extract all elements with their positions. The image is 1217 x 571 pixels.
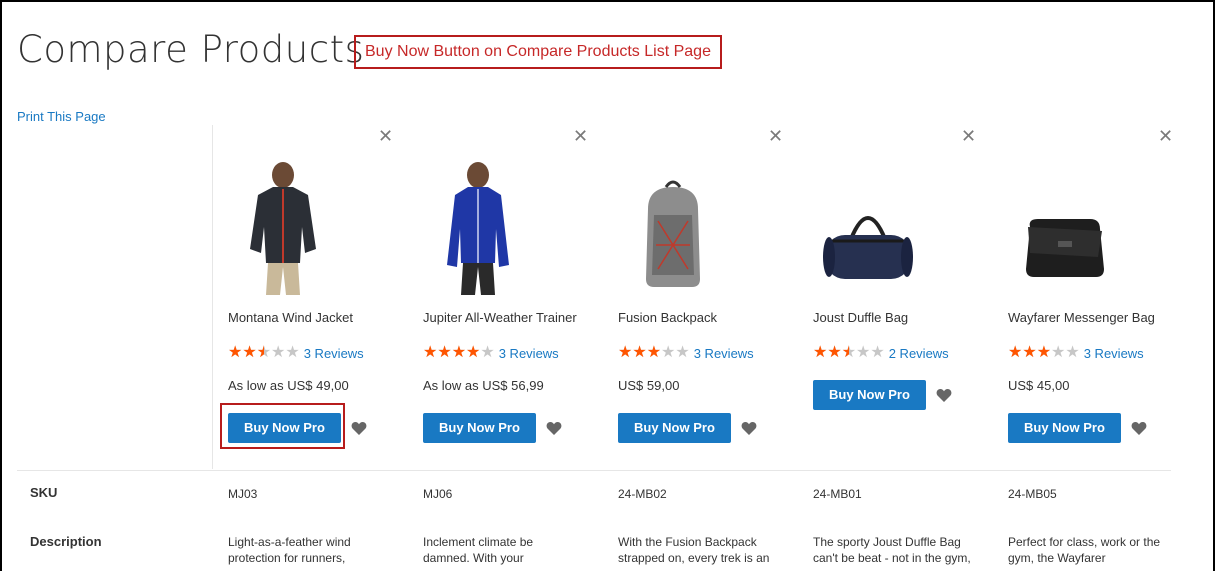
description-value: With the Fusion Backpack strapped on, ev… xyxy=(618,534,788,566)
messenger-bag-icon xyxy=(1026,219,1104,277)
rating-stars: ★★★★★★★★★★ xyxy=(423,344,495,361)
sku-row-label: SKU xyxy=(30,485,58,500)
description-value: Perfect for class, work or the gym, the … xyxy=(1008,534,1178,566)
description-line: Inclement climate be xyxy=(423,535,534,549)
description-line: damned. With your xyxy=(423,551,524,565)
column-divider xyxy=(212,125,213,469)
description-value: Light-as-a-feather wind protection for r… xyxy=(228,534,398,566)
sku-value: 24-MB01 xyxy=(813,487,862,501)
remove-product-icon[interactable]: ✕ xyxy=(1158,126,1173,146)
buy-now-button[interactable]: Buy Now Pro xyxy=(1008,413,1121,443)
product-rating: ★★★★★★★★★★ 3 Reviews xyxy=(1008,344,1144,362)
reviews-link[interactable]: 2 Reviews xyxy=(889,346,949,361)
row-divider xyxy=(17,470,1171,471)
description-value: The sporty Joust Duffle Bag can't be bea… xyxy=(813,534,983,566)
reviews-link[interactable]: 3 Reviews xyxy=(1084,346,1144,361)
remove-product-icon[interactable]: ✕ xyxy=(768,126,783,146)
remove-product-icon[interactable]: ✕ xyxy=(378,126,393,146)
rating-stars: ★★★★★★★★★★ xyxy=(1008,344,1080,361)
remove-product-icon[interactable]: ✕ xyxy=(573,126,588,146)
product-actions: Buy Now Pro xyxy=(423,413,562,443)
product-rating: ★★★★★★★★★★ 3 Reviews xyxy=(228,344,364,362)
product-rating: ★★★★★★★★★★ 2 Reviews xyxy=(813,344,949,362)
product-price: US$ 59,00 xyxy=(618,378,680,393)
product-price: US$ 45,00 xyxy=(1008,378,1070,393)
rating-stars: ★★★★★★★★★★ xyxy=(618,344,690,361)
product-actions: Buy Now Pro xyxy=(813,380,952,410)
wishlist-heart-icon[interactable] xyxy=(546,421,562,436)
description-line: Perfect for class, work or the xyxy=(1008,535,1161,549)
description-line: can't be beat - not in the gym, xyxy=(813,551,971,565)
description-line: protection for runners, xyxy=(228,551,346,565)
page-title: Compare Products xyxy=(17,28,365,71)
jacket-icon xyxy=(250,162,316,295)
description-line: gym, the Wayfarer xyxy=(1008,551,1106,565)
description-line: The sporty Joust Duffle Bag xyxy=(813,535,961,549)
wishlist-heart-icon[interactable] xyxy=(936,388,952,403)
product-actions: Buy Now Pro xyxy=(1008,413,1147,443)
wishlist-heart-icon[interactable] xyxy=(1131,421,1147,436)
product-name[interactable]: Joust Duffle Bag xyxy=(813,310,908,325)
trainer-jacket-icon xyxy=(447,162,509,295)
wishlist-heart-icon[interactable] xyxy=(351,421,367,436)
buy-now-button[interactable]: Buy Now Pro xyxy=(813,380,926,410)
product-name[interactable]: Fusion Backpack xyxy=(618,310,717,325)
buy-now-button[interactable]: Buy Now Pro xyxy=(423,413,536,443)
backpack-icon xyxy=(646,180,700,287)
description-row-label: Description xyxy=(30,534,102,549)
annotation-label: Buy Now Button on Compare Products List … xyxy=(354,35,722,69)
description-line: With the Fusion Backpack xyxy=(618,535,757,549)
rating-stars: ★★★★★★★★★★ xyxy=(228,344,300,361)
product-rating: ★★★★★★★★★★ 3 Reviews xyxy=(423,344,559,362)
product-name[interactable]: Montana Wind Jacket xyxy=(228,310,353,325)
reviews-link[interactable]: 3 Reviews xyxy=(499,346,559,361)
duffle-bag-icon xyxy=(823,216,913,279)
product-name[interactable]: Jupiter All-Weather Trainer xyxy=(423,310,577,325)
reviews-link[interactable]: 3 Reviews xyxy=(304,346,364,361)
product-price: As low as US$ 49,00 xyxy=(228,378,349,393)
sku-value: 24-MB02 xyxy=(618,487,667,501)
description-line: Light-as-a-feather wind xyxy=(228,535,351,549)
reviews-link[interactable]: 3 Reviews xyxy=(694,346,754,361)
sku-value: 24-MB05 xyxy=(1008,487,1057,501)
rating-stars: ★★★★★★★★★★ xyxy=(813,344,885,361)
sku-value: MJ03 xyxy=(228,487,258,501)
print-page-link[interactable]: Print This Page xyxy=(17,109,106,124)
annotation-highlight-box xyxy=(220,403,345,449)
description-line: strapped on, every trek is an xyxy=(618,551,770,565)
wishlist-heart-icon[interactable] xyxy=(741,421,757,436)
product-rating: ★★★★★★★★★★ 3 Reviews xyxy=(618,344,754,362)
buy-now-button[interactable]: Buy Now Pro xyxy=(618,413,731,443)
product-price: As low as US$ 56,99 xyxy=(423,378,544,393)
description-value: Inclement climate be damned. With your xyxy=(423,534,593,566)
remove-product-icon[interactable]: ✕ xyxy=(961,126,976,146)
sku-value: MJ06 xyxy=(423,487,453,501)
product-name[interactable]: Wayfarer Messenger Bag xyxy=(1008,310,1155,325)
product-actions: Buy Now Pro xyxy=(618,413,757,443)
